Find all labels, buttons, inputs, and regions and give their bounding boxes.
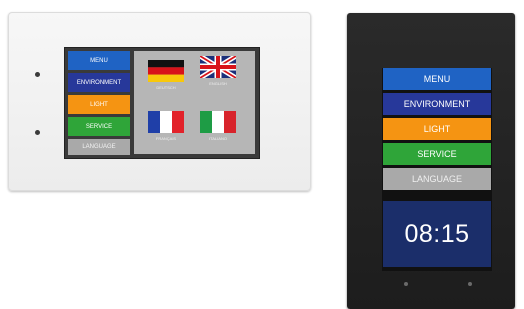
main-menu: MENU ENVIRONMENT LIGHT SERVICE LANGUAGE [383,68,491,193]
panel-button-top[interactable] [35,72,40,77]
language-option-english[interactable]: ENGLISH [200,56,236,86]
light-button[interactable]: LIGHT [383,118,491,140]
environment-button[interactable]: ENVIRONMENT [383,93,491,115]
home-screen: MENU ENVIRONMENT LIGHT SERVICE LANGUAGE … [382,68,492,271]
language-option-italian[interactable]: ITALIANO [200,111,236,141]
service-button[interactable]: SERVICE [383,143,491,165]
germany-flag-icon [148,60,184,82]
france-flag-icon [148,111,184,133]
panel-button-bottom[interactable] [35,130,40,135]
menu-button[interactable]: MENU [383,68,491,90]
language-caption: DEUTSCH [156,85,176,90]
language-caption: ITALIANO [209,136,227,141]
language-option-french[interactable]: FRANÇAIS [148,111,184,141]
language-button[interactable]: LANGUAGE [68,139,130,155]
language-flag-grid: DEUTSCH ENGLISH FRANÇAIS ITALIANO [134,51,255,154]
language-caption: FRANÇAIS [155,136,177,141]
light-button[interactable]: LIGHT [68,95,130,114]
language-option-german[interactable]: DEUTSCH [148,60,184,90]
side-menu: MENU ENVIRONMENT LIGHT SERVICE LANGUAGE [68,51,130,158]
menu-button[interactable]: MENU [68,51,130,70]
language-button[interactable]: LANGUAGE [383,168,491,190]
environment-button[interactable]: ENVIRONMENT [68,73,130,92]
language-screen: MENU ENVIRONMENT LIGHT SERVICE LANGUAGE … [64,47,260,159]
black-wall-panel: MENU ENVIRONMENT LIGHT SERVICE LANGUAGE … [347,13,515,309]
clock-display: 08:15 [383,201,491,267]
panel-button-right[interactable] [468,282,472,286]
uk-flag-icon [200,56,236,78]
panel-button-left[interactable] [404,282,408,286]
language-caption: ENGLISH [209,81,227,86]
white-wall-panel: MENU ENVIRONMENT LIGHT SERVICE LANGUAGE … [8,12,311,191]
service-button[interactable]: SERVICE [68,117,130,136]
italy-flag-icon [200,111,236,133]
